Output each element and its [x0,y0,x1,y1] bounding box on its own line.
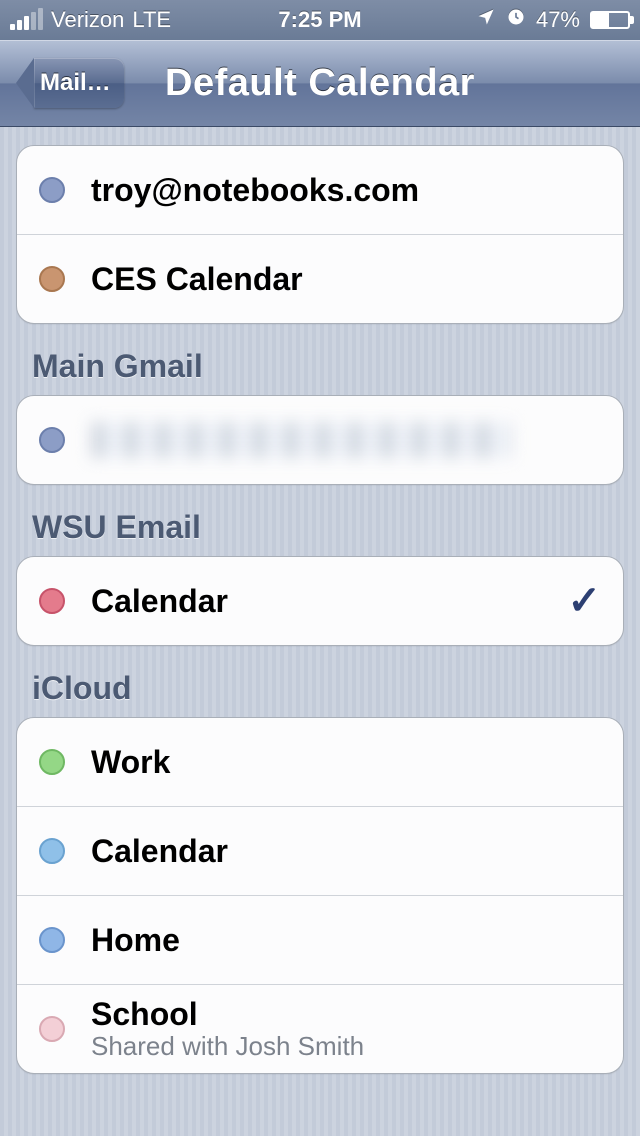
calendar-label: CES Calendar [91,261,601,298]
calendar-color-dot [39,266,65,292]
calendar-row-gmail[interactable] [17,396,623,484]
calendar-row-icloud-calendar[interactable]: Calendar [17,806,623,895]
calendar-row-ces[interactable]: CES Calendar [17,234,623,323]
calendar-label: Work [91,744,601,781]
calendar-label: troy@notebooks.com [91,172,601,209]
calendar-group: Calendar ✓ [16,556,624,646]
calendar-group [16,395,624,485]
calendar-color-dot [39,1016,65,1042]
carrier-label: Verizon [51,7,124,33]
section-header-icloud: iCloud [32,670,624,707]
calendar-color-dot [39,177,65,203]
section-header-wsu: WSU Email [32,509,624,546]
location-icon [476,7,496,33]
calendar-row-home[interactable]: Home [17,895,623,984]
calendar-label: School [91,996,601,1033]
calendar-label: Home [91,922,601,959]
battery-icon [590,11,630,29]
calendar-color-dot [39,427,65,453]
calendar-color-dot [39,749,65,775]
signal-bars-icon [10,8,43,32]
calendar-group: troy@notebooks.com CES Calendar [16,145,624,324]
calendar-subtitle: Shared with Josh Smith [91,1031,601,1062]
battery-pct-label: 47% [536,7,580,33]
network-label: LTE [132,7,171,33]
calendar-color-dot [39,927,65,953]
section-header-main-gmail: Main Gmail [32,348,624,385]
calendar-row-work[interactable]: Work [17,718,623,806]
clock-icon [506,7,526,33]
calendar-group: Work Calendar Home School Shared with Jo… [16,717,624,1074]
chevron-left-icon [16,58,34,108]
calendar-color-dot [39,838,65,864]
calendar-label: Calendar [91,833,601,870]
content: troy@notebooks.com CES Calendar Main Gma… [0,127,640,1074]
calendar-row-wsu-calendar[interactable]: Calendar ✓ [17,557,623,645]
checkmark-icon: ✓ [557,578,601,624]
back-button-label: Mail… [34,58,124,108]
nav-bar: Mail… Default Calendar [0,40,640,127]
status-bar: Verizon LTE 7:25 PM 47% [0,0,640,40]
calendar-row-school[interactable]: School Shared with Josh Smith [17,984,623,1073]
calendar-color-dot [39,588,65,614]
calendar-label: Calendar [91,583,557,620]
calendar-row-troy[interactable]: troy@notebooks.com [17,146,623,234]
back-button[interactable]: Mail… [16,58,124,108]
redacted-label [91,422,511,458]
